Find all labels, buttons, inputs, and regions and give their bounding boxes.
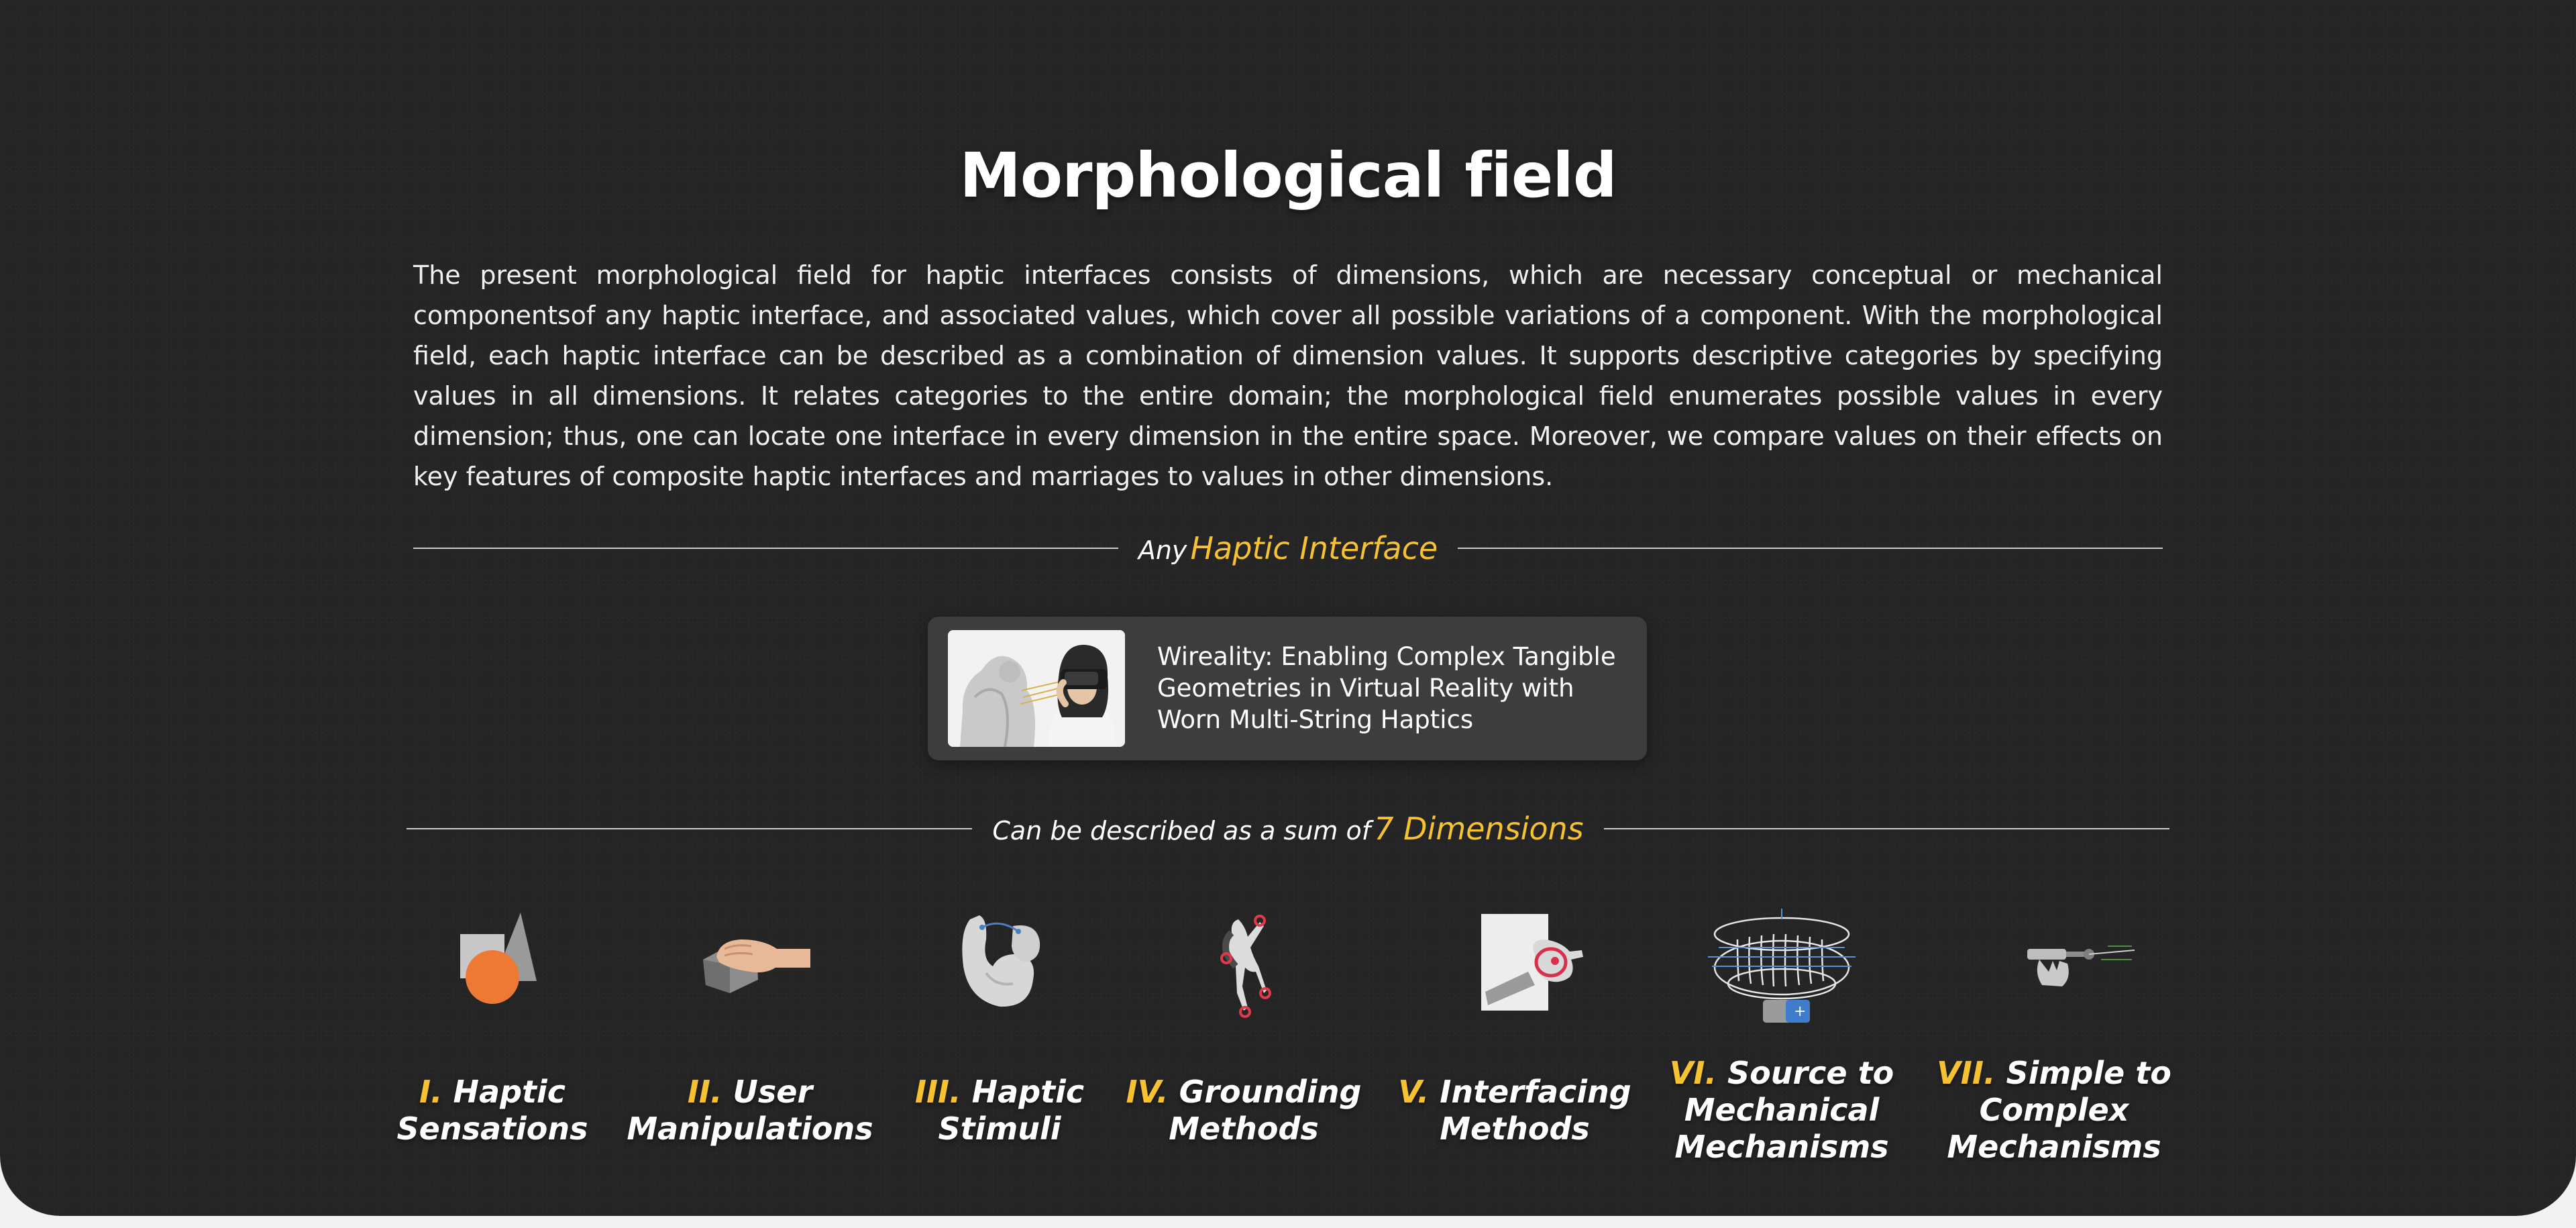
vr-user-photo-icon [948,630,1125,747]
example-title[interactable]: Wireality: Enabling Complex Tangible Geo… [1157,641,1627,735]
dimension-title-line1: User [733,1074,813,1110]
divider-prefix: Any [1138,535,1187,565]
string-mechanism-icon [2027,945,2135,986]
dimension-number: II. [687,1074,722,1110]
divider-label: Any Haptic Interface [1138,530,1438,566]
dimension-title-line1: Simple to [2006,1055,2171,1091]
dimension-simple-to-complex-mechanisms[interactable]: VII. Simple to Complex Mechanisms [1927,892,2182,1165]
dimension-number: VI. [1669,1055,1717,1091]
divider-seven-dimensions: Can be described as a sum of 7 Dimension… [407,805,2170,852]
dimension-title-line1: Interfacing [1440,1074,1631,1110]
divider-line-left [407,828,973,829]
dimension-label: IV. Grounding Methods [1116,1074,1371,1147]
dimension-grounding-methods[interactable]: IV. Grounding Methods [1116,892,1371,1147]
dimension-title-line2: Complex [1979,1092,2129,1128]
dimension-title-line3: Mechanisms [1674,1129,1889,1165]
divider-line-right [1458,548,2163,549]
dimension-label: II. User Manipulations [623,1074,877,1147]
dimension-haptic-stimuli[interactable]: III. Haptic Stimuli [872,892,1127,1147]
dimension-title-line1: Grounding [1179,1074,1362,1110]
dimension-label: VII. Simple to Complex Mechanisms [1927,1055,2182,1166]
intro-paragraph: The present morphological field for hapt… [413,260,2163,491]
shapes-icon [460,913,537,1004]
dimension-title-line1: Source to [1727,1055,1894,1091]
dimension-title-line2: Stimuli [938,1111,1061,1147]
divider-highlight: 7 Dimensions [1374,811,1584,847]
grounding-figure-icon [1220,915,1271,1018]
divider-line-right [1603,828,2170,829]
dimension-label: V. Interfacing Methods [1387,1074,1642,1147]
dimension-title-line1: Haptic [971,1074,1085,1110]
interfacing-hand-icon [1481,914,1583,1011]
dimension-haptic-sensations[interactable]: I. Haptic Sensations [365,892,620,1147]
dimension-number: V. [1398,1074,1430,1110]
dimension-title-line2: Sensations [396,1111,588,1147]
dimension-title-line2: Mechanical [1684,1092,1880,1128]
dimension-label: III. Haptic Stimuli [872,1074,1127,1147]
dimension-number: IV. [1126,1074,1169,1110]
dimension-user-manipulations[interactable]: II. User Manipulations [623,892,877,1147]
hand-grab-icon [703,939,810,993]
divider-label: Can be described as a sum of 7 Dimension… [992,811,1583,847]
dimension-title-line2: Methods [1440,1111,1590,1147]
dimension-number: III. [914,1074,961,1110]
example-thumbnail [948,630,1125,747]
dimension-source-to-mechanical-mechanisms[interactable]: + VI. Source to Mechanical Mechanisms [1654,892,1909,1165]
example-interface-card[interactable]: Wireality: Enabling Complex Tangible Geo… [928,617,1647,760]
dimension-number: VII. [1937,1055,1996,1091]
dimension-title-line1: Haptic [453,1074,566,1110]
divider-prefix: Can be described as a sum of [992,816,1371,846]
divider-highlight: Haptic Interface [1190,530,1438,566]
dimension-interfacing-methods[interactable]: V. Interfacing Methods [1387,892,1642,1147]
dimension-title-line3: Mechanisms [1947,1129,2161,1165]
dimension-label: VI. Source to Mechanical Mechanisms [1654,1055,1909,1166]
page-title: Morphological field [959,140,1617,211]
page: Morphological field The present morpholo… [0,0,2576,1216]
dimension-number: I. [419,1074,443,1110]
divider-line-left [413,548,1118,549]
dimension-title-line2: Methods [1169,1111,1319,1147]
svg-text:+: + [1794,1003,1806,1020]
coil-battery-icon: + [1708,909,1856,1023]
dimension-label: I. Haptic Sensations [365,1074,620,1147]
stimuli-icon [962,915,1040,1007]
dimension-title-line2: Manipulations [627,1111,873,1147]
divider-any-haptic-interface: Any Haptic Interface [413,525,2163,572]
